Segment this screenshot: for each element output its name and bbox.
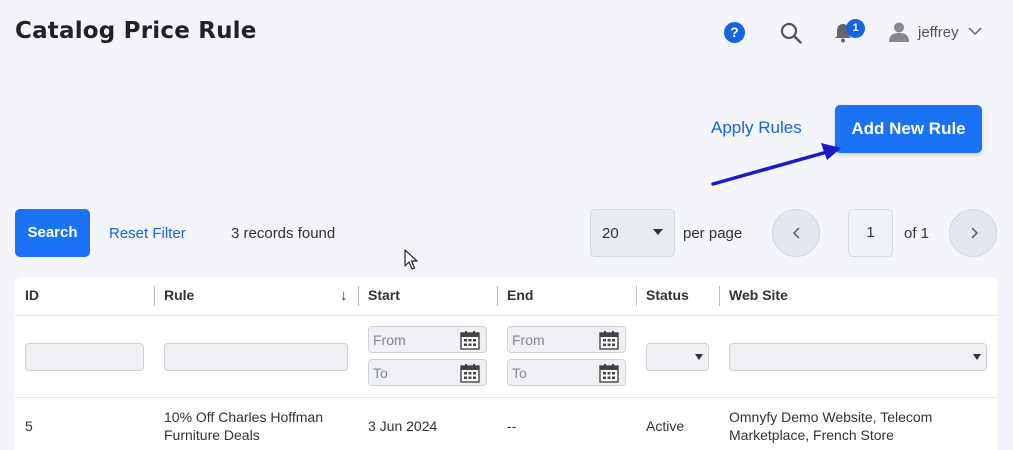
- cell-website-line1: Omnyfy Demo Website, Telecom: [729, 409, 933, 425]
- header-divider: [15, 315, 997, 316]
- rule-filter-input[interactable]: [164, 343, 348, 371]
- chevron-left-icon: [792, 227, 800, 239]
- column-divider: [636, 286, 637, 306]
- cell-rule-line1[interactable]: 10% Off Charles Hoffman: [164, 408, 323, 426]
- user-avatar-icon[interactable]: [888, 21, 910, 43]
- chevron-right-icon: [971, 227, 979, 239]
- filter-divider: [15, 397, 997, 398]
- caret-down-icon: [973, 354, 981, 360]
- per-page-label: per page: [683, 225, 743, 242]
- previous-page-button[interactable]: [772, 209, 820, 257]
- apply-rules-link[interactable]: Apply Rules: [711, 118, 802, 138]
- column-divider: [154, 286, 155, 306]
- cell-rule-line2[interactable]: Furniture Deals: [164, 426, 260, 444]
- column-header-rule[interactable]: Rule: [164, 287, 194, 303]
- sort-arrow-icon[interactable]: ↓: [340, 287, 348, 304]
- notification-badge: 1: [846, 19, 865, 38]
- id-filter-input[interactable]: [25, 343, 144, 371]
- column-header-end[interactable]: End: [507, 287, 533, 303]
- next-page-button[interactable]: [949, 209, 997, 257]
- start-to-placeholder: To: [373, 365, 388, 381]
- cell-id: 5: [25, 418, 33, 434]
- website-filter-select[interactable]: [729, 343, 987, 371]
- status-filter-select[interactable]: [646, 343, 709, 371]
- page-total: of 1: [904, 225, 930, 242]
- page-title: Catalog Price Rule: [15, 18, 257, 44]
- column-divider: [497, 286, 498, 306]
- cell-status: Active: [646, 418, 685, 434]
- page-size-value: 20: [602, 225, 619, 242]
- help-icon[interactable]: ?: [724, 22, 745, 43]
- end-to-placeholder: To: [512, 365, 527, 381]
- column-header-status[interactable]: Status: [646, 287, 689, 303]
- end-from-placeholder: From: [512, 332, 545, 348]
- start-to-input[interactable]: To: [368, 359, 487, 386]
- rules-grid: ID Rule ↓ Start End Status Web Site From…: [15, 277, 997, 450]
- mouse-cursor-icon: [404, 249, 418, 270]
- start-from-placeholder: From: [373, 332, 406, 348]
- column-header-start[interactable]: Start: [368, 287, 400, 303]
- caret-down-icon: [653, 229, 663, 235]
- caret-down-icon: [695, 354, 703, 360]
- calendar-icon[interactable]: [460, 363, 480, 383]
- user-name[interactable]: jeffrey: [918, 24, 959, 41]
- add-new-rule-button[interactable]: Add New Rule: [835, 105, 982, 153]
- chevron-down-icon[interactable]: [968, 25, 982, 37]
- search-icon[interactable]: [780, 22, 802, 44]
- calendar-icon[interactable]: [599, 363, 619, 383]
- column-divider: [358, 286, 359, 306]
- page-size-select[interactable]: 20: [590, 209, 675, 257]
- start-from-input[interactable]: From: [368, 326, 487, 353]
- annotation-arrow-icon: [711, 143, 841, 186]
- column-divider: [719, 286, 720, 306]
- search-button[interactable]: Search: [15, 209, 90, 257]
- records-count: 3 records found: [231, 225, 336, 242]
- calendar-icon[interactable]: [599, 330, 619, 350]
- column-header-website[interactable]: Web Site: [729, 287, 788, 303]
- cell-end: --: [507, 418, 517, 434]
- end-from-input[interactable]: From: [507, 326, 626, 353]
- reset-filter-link[interactable]: Reset Filter: [109, 225, 186, 242]
- end-to-input[interactable]: To: [507, 359, 626, 386]
- cell-website-line2: Marketplace, French Store: [729, 427, 894, 443]
- page-number-input[interactable]: 1: [848, 209, 893, 257]
- cell-start: 3 Jun 2024: [368, 418, 438, 434]
- calendar-icon[interactable]: [460, 330, 480, 350]
- column-header-id[interactable]: ID: [25, 287, 39, 303]
